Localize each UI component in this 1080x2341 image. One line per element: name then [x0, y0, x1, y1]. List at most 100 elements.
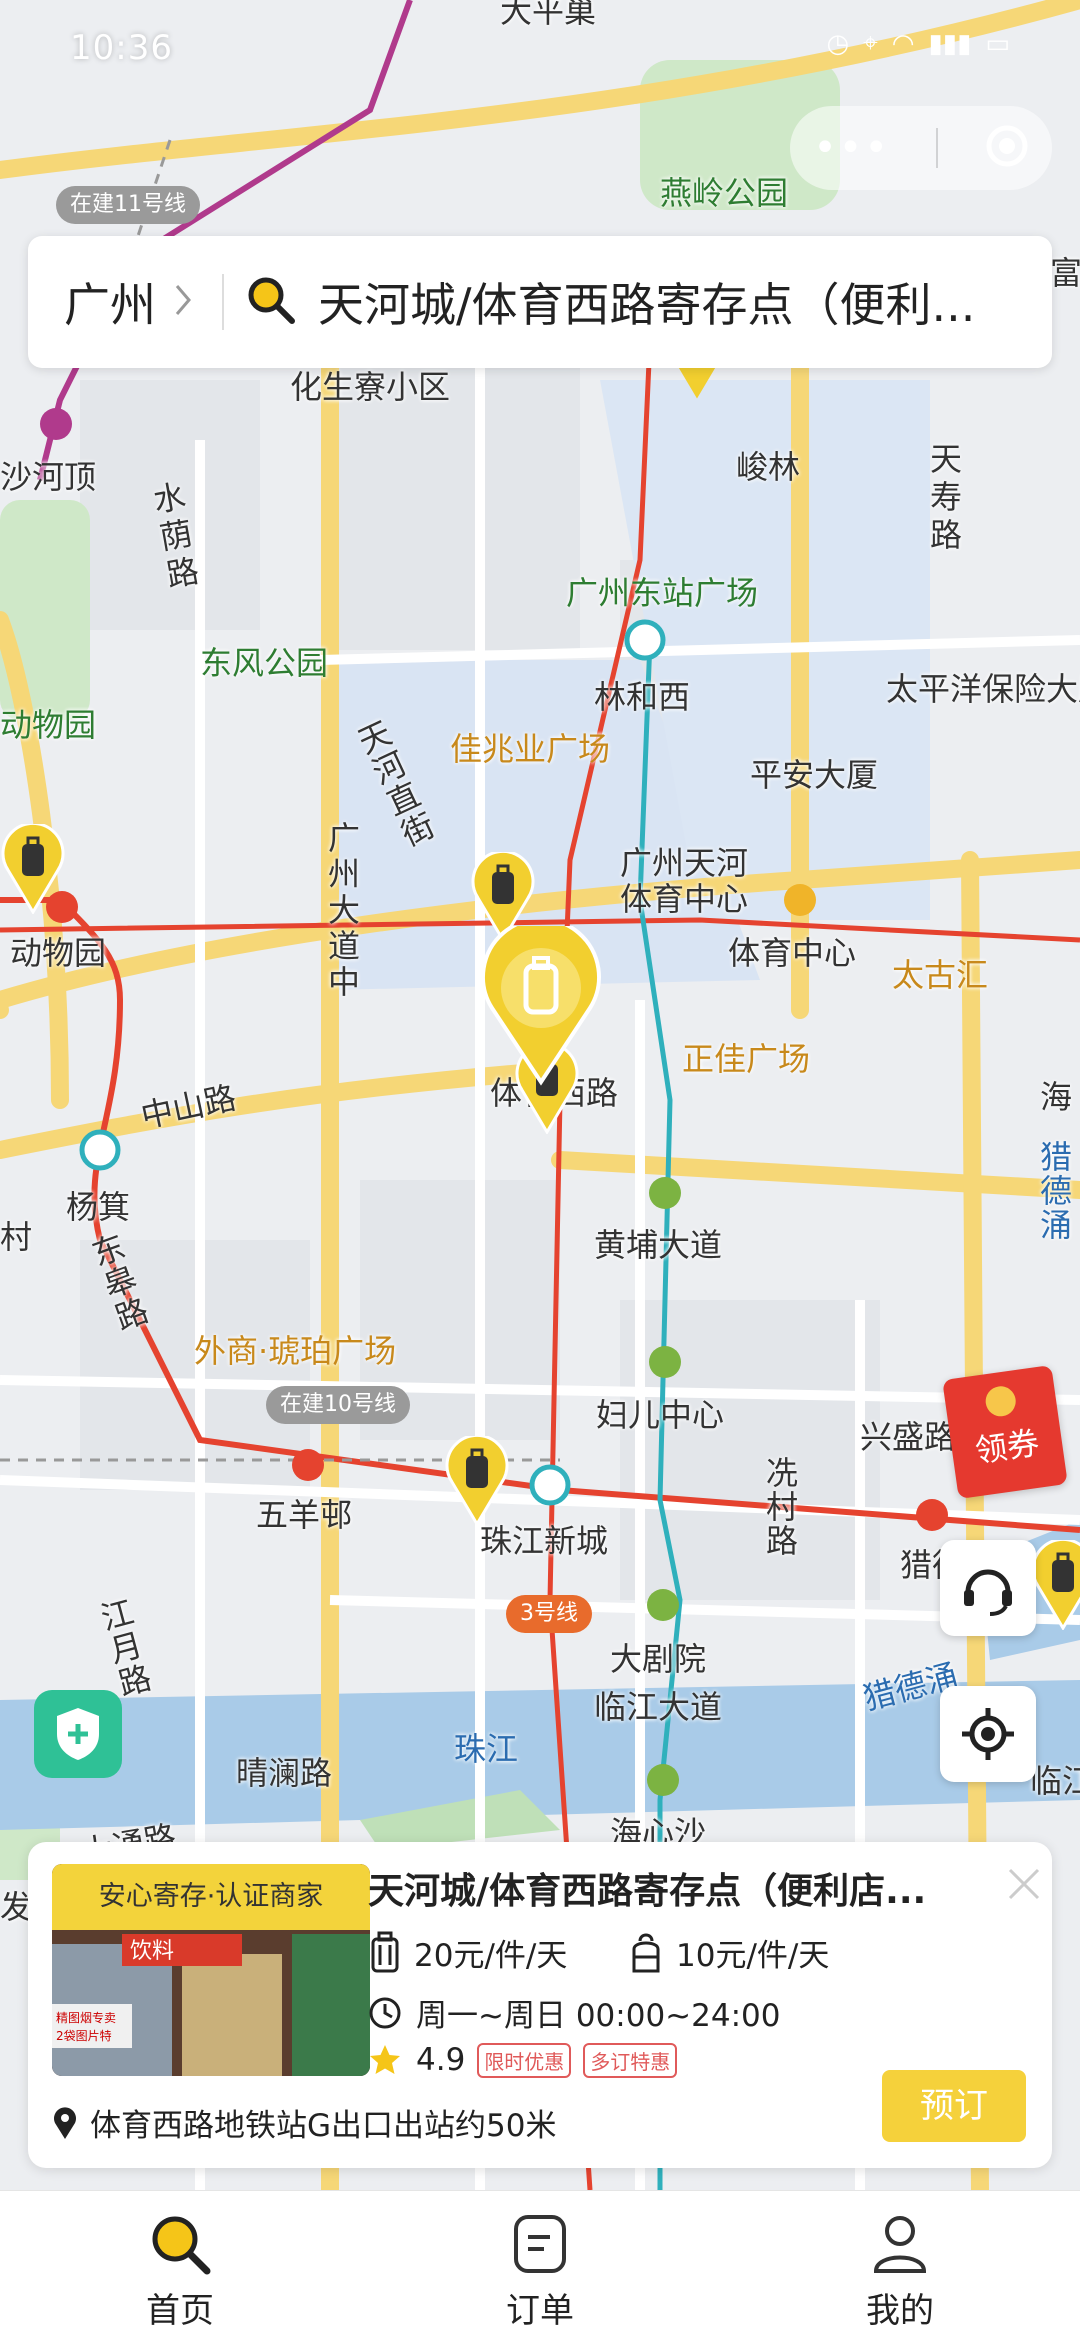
map-label: 兴盛路	[860, 1418, 957, 1456]
clock-icon	[369, 1997, 401, 2028]
map-label: 杨箕	[66, 1188, 131, 1226]
user-icon	[873, 2216, 927, 2273]
rating-value: 4.9	[416, 2042, 466, 2078]
map-label: 临江大道	[594, 1688, 723, 1726]
map-label: 临江	[1030, 1762, 1080, 1800]
map-label: 佳兆业广场	[450, 730, 611, 768]
locate-icon	[962, 1708, 1014, 1760]
search-icon[interactable]	[246, 275, 296, 329]
map-label: 平安大厦	[750, 756, 879, 794]
tab-label: 首页	[146, 2291, 214, 2331]
miniprogram-capsule: •••	[790, 106, 1052, 190]
map-label: 村	[0, 1218, 33, 1256]
price-small: 10元/件/天	[676, 1938, 830, 1974]
bottom-tab-bar: 首页 订单 我的	[0, 2190, 1080, 2341]
map-label: 大剧院	[610, 1640, 707, 1678]
map-label: 太平洋保险大厦	[886, 670, 1080, 708]
selected-storage-pin[interactable]	[478, 916, 604, 1090]
metro-line-tag: 在建11号线	[56, 186, 200, 224]
metro-line-tag: 3号线	[506, 1595, 592, 1633]
map-label: 动物园	[0, 706, 97, 744]
customer-service-button[interactable]	[940, 1540, 1036, 1636]
capsule-divider	[936, 128, 939, 168]
map-label: 富	[1050, 254, 1080, 292]
store-address: 体育西路地铁站G出口出站约50米	[90, 2108, 557, 2144]
city-selector[interactable]: 广州	[64, 269, 156, 335]
status-icons: ◷ ⌖ ◠ ▮▮▮ ▭	[826, 28, 1010, 59]
map-label: 天寿路	[930, 440, 963, 554]
thumb-sign: 饮料	[130, 1939, 174, 1964]
tab-home[interactable]: 首页	[0, 2191, 360, 2341]
metro-line-tag: 在建10号线	[266, 1386, 410, 1424]
safety-button[interactable]	[34, 1690, 122, 1778]
locate-button[interactable]	[940, 1686, 1036, 1782]
map-label: 化生寮小区	[290, 368, 451, 406]
tab-orders[interactable]: 订单	[360, 2191, 720, 2341]
map-label: 体育中心	[620, 880, 749, 918]
star-icon	[370, 2045, 400, 2074]
alarm-icon: ◷	[826, 28, 850, 59]
search-bar[interactable]: 广州 天河城/体育西路寄存点（便利...	[28, 236, 1052, 368]
promo-badge: 限时优惠	[477, 2042, 572, 2078]
storage-pin[interactable]	[1030, 1537, 1080, 1634]
map-label: 五羊邨	[256, 1496, 353, 1534]
map-label: 正佳广场	[682, 1040, 811, 1078]
headset-icon	[964, 1569, 1012, 1616]
map-label: 动物园	[10, 934, 107, 972]
coupon-button[interactable]: 领券	[942, 1364, 1068, 1500]
close-icon[interactable]	[1004, 1864, 1044, 1908]
tab-label: 订单	[506, 2291, 574, 2331]
coupon-label: 领券	[972, 1423, 1042, 1471]
map-label: 广州东站广场	[566, 574, 759, 612]
order-icon	[514, 2215, 566, 2273]
tab-profile[interactable]: 我的	[720, 2191, 1080, 2341]
hours-row: 周一~周日 00:00~24:00	[368, 1990, 780, 2035]
thumb-sign: 精图烟专卖	[56, 2010, 116, 2025]
search-icon	[152, 2216, 211, 2275]
map-label: 东风公园	[200, 644, 329, 682]
business-hours: 周一~周日 00:00~24:00	[416, 1998, 781, 2034]
store-title: 天河城/体育西路寄存点（便利店...	[368, 1871, 927, 1912]
storage-pin[interactable]	[444, 1433, 510, 1530]
shield-icon	[57, 1708, 99, 1760]
map-label: 燕岭公园	[660, 174, 789, 212]
chevron-right-icon[interactable]	[174, 283, 192, 321]
store-thumbnail: 饮料 精图烟专卖 2袋图片特 安心寄存·认证商家	[52, 1864, 370, 2076]
close-miniprogram-icon[interactable]	[985, 124, 1029, 172]
price-large: 20元/件/天	[414, 1938, 568, 1974]
price-small-row: 10元/件/天	[628, 1930, 829, 1975]
more-icon[interactable]: •••	[813, 125, 890, 171]
map-label: 太古汇	[892, 956, 989, 994]
storage-pin[interactable]	[0, 821, 66, 918]
wifi-icon: ◠	[891, 28, 915, 59]
map-label: 广州大道中	[328, 819, 361, 1001]
suitcase-icon	[371, 1931, 399, 1972]
store-card[interactable]: 饮料 精图烟专卖 2袋图片特 安心寄存·认证商家 天河城/体育西路寄存点（便利店…	[28, 1842, 1052, 2168]
map-label: 峻林	[736, 448, 801, 486]
signal-icon: ▮▮▮	[928, 28, 972, 59]
map-label: 外商·琥珀广场	[194, 1332, 397, 1370]
map-label: 珠江	[454, 1730, 519, 1768]
backpack-icon	[632, 1933, 660, 1972]
map-label: 冼村路	[766, 1454, 799, 1560]
map-label: 妇儿中心	[596, 1396, 725, 1434]
book-button[interactable]: 预订	[882, 2070, 1026, 2142]
map-label: 体育中心	[728, 934, 857, 972]
search-input[interactable]: 天河城/体育西路寄存点（便利...	[318, 269, 1018, 335]
map-label: 晴澜路	[236, 1754, 333, 1792]
status-time: 10:36	[70, 28, 173, 68]
location-pin-icon	[54, 2106, 76, 2139]
map-label: 海	[1040, 1078, 1073, 1116]
price-large-row: 20元/件/天	[368, 1930, 567, 1975]
map-label: 猎德涌	[1040, 1138, 1073, 1244]
location-icon: ⌖	[863, 28, 878, 58]
tab-label: 我的	[866, 2291, 934, 2331]
address-row: 体育西路地铁站G出口出站约50米	[52, 2100, 556, 2145]
rating-row: 4.9 限时优惠 多订特惠	[368, 2042, 678, 2078]
certified-merchant-tag: 安心寄存·认证商家	[52, 1864, 370, 1930]
thumb-sign: 2袋图片特	[56, 2028, 112, 2043]
divider	[222, 274, 224, 330]
map-label: 林和西	[594, 678, 691, 716]
promo-badge: 多订特惠	[583, 2042, 678, 2078]
map-label: 黄埔大道	[594, 1226, 723, 1264]
